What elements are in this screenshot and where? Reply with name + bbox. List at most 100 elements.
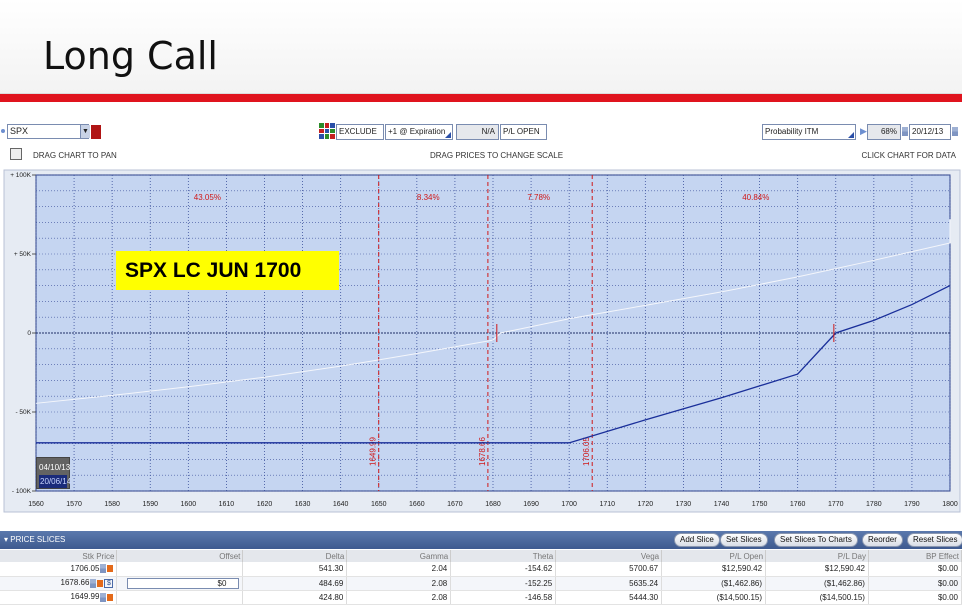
reorder-button[interactable]: Reorder bbox=[862, 533, 903, 547]
offset-cell bbox=[116, 562, 244, 577]
x-tick-label: 1640 bbox=[333, 501, 349, 508]
y-tick-label: + 50K bbox=[14, 251, 32, 258]
date-start: 04/10/13 bbox=[39, 463, 71, 472]
probability-select[interactable]: Probability ITM bbox=[762, 124, 856, 140]
expiration-select[interactable]: +1 @ Expiration bbox=[385, 124, 453, 140]
table-row[interactable]: 1706.05 541.30 2.04 -154.62 5700.67 $12,… bbox=[0, 562, 962, 577]
bp-effect-cell: $0.00 bbox=[868, 562, 962, 577]
theta-cell: -146.58 bbox=[450, 590, 557, 605]
slide-header: Long Call bbox=[0, 0, 962, 94]
hint-data: CLICK CHART FOR DATA bbox=[861, 151, 956, 160]
col-stk-price[interactable]: Stk Price bbox=[0, 550, 118, 562]
vega-cell: 5635.24 bbox=[555, 576, 663, 591]
exclude-button[interactable]: EXCLUDE bbox=[336, 124, 384, 140]
x-tick-label: 1630 bbox=[295, 501, 311, 508]
x-tick-label: 1680 bbox=[485, 501, 501, 508]
chart-toolbar: SPX ▼ EXCLUDE +1 @ Expiration N/A P/L OP… bbox=[0, 121, 962, 143]
theta-cell: -154.62 bbox=[450, 562, 557, 577]
chart-annotation: SPX LC JUN 1700 bbox=[116, 251, 339, 290]
offset-input[interactable]: $0 bbox=[127, 577, 240, 589]
set-slices-button[interactable]: Set Slices bbox=[720, 533, 768, 547]
table-row[interactable]: 1678.66 $ $0 484.69 2.08 -152.25 5635.24 … bbox=[0, 576, 962, 591]
bp-effect-cell: $0.00 bbox=[868, 576, 962, 591]
symbol-select[interactable]: SPX bbox=[7, 124, 89, 139]
x-tick-label: 1710 bbox=[599, 501, 615, 508]
col-offset[interactable]: Offset bbox=[116, 550, 244, 562]
x-tick-label: 1730 bbox=[676, 501, 692, 508]
offset-cell: $0 bbox=[116, 576, 244, 591]
table-row[interactable]: 1649.99 424.80 2.08 -146.58 5444.30 ($14… bbox=[0, 590, 962, 605]
vega-cell: 5700.67 bbox=[555, 562, 663, 577]
price-slice-label: 1678.66 bbox=[478, 436, 487, 465]
stk-stepper[interactable] bbox=[100, 564, 107, 574]
col-gamma[interactable]: Gamma bbox=[346, 550, 452, 562]
col-pl-day[interactable]: P/L Day bbox=[765, 550, 869, 562]
price-slice-label: 1649.99 bbox=[369, 436, 378, 465]
dollar-icon[interactable]: $ bbox=[104, 578, 114, 588]
date-stepper[interactable] bbox=[952, 127, 958, 136]
lock-icon[interactable] bbox=[97, 579, 104, 587]
expiration-label: +1 @ Expiration bbox=[388, 127, 446, 136]
probability-label: 8.34% bbox=[417, 193, 440, 202]
chart-type-icon[interactable] bbox=[10, 148, 22, 160]
col-vega[interactable]: Vega bbox=[555, 550, 663, 562]
stk-price-value: 1706.05 bbox=[70, 564, 100, 574]
stk-stepper[interactable] bbox=[90, 578, 97, 588]
dropdown-icon bbox=[848, 132, 854, 138]
x-tick-label: 1620 bbox=[257, 501, 273, 508]
x-tick-label: 1770 bbox=[828, 501, 844, 508]
chevron-down-icon[interactable]: ▼ bbox=[80, 125, 90, 138]
x-tick-label: 1610 bbox=[219, 501, 235, 508]
pl-chart-svg[interactable]: 1560 1570 1580 1590 1600 1610 1620 1630 1640 1650… bbox=[0, 166, 962, 513]
vega-cell: 5444.30 bbox=[555, 590, 663, 605]
add-slice-button[interactable]: Add Slice bbox=[674, 533, 720, 547]
pl-day-cell: $12,590.42 bbox=[765, 562, 869, 577]
offset-value: $0 bbox=[217, 578, 227, 588]
stk-price-cell[interactable]: 1649.99 bbox=[0, 590, 118, 605]
pl-day-cell: ($14,500.15) bbox=[765, 590, 869, 605]
col-pl-open[interactable]: P/L Open bbox=[661, 550, 767, 562]
col-delta[interactable]: Delta bbox=[242, 550, 348, 562]
table-header-row: Stk Price Offset Delta Gamma Theta Vega … bbox=[0, 550, 962, 562]
theta-cell: -152.25 bbox=[450, 576, 557, 591]
color-swatch-button[interactable] bbox=[91, 125, 101, 139]
percent-stepper[interactable] bbox=[902, 127, 908, 136]
probability-label: 7.78% bbox=[527, 193, 550, 202]
x-tick-label: 1780 bbox=[866, 501, 882, 508]
gamma-cell: 2.04 bbox=[346, 562, 452, 577]
x-tick-label: 1720 bbox=[638, 501, 654, 508]
pl-chart[interactable]: 1560 1570 1580 1590 1600 1610 1620 1630 1640 1650… bbox=[0, 166, 962, 513]
x-tick-label: 1600 bbox=[181, 501, 197, 508]
red-divider bbox=[0, 94, 962, 102]
lock-icon[interactable] bbox=[107, 565, 114, 573]
x-tick-label: 1750 bbox=[752, 501, 768, 508]
stk-price-cell[interactable]: 1678.66 $ bbox=[0, 576, 118, 591]
date-end: 20/06/14 bbox=[39, 475, 72, 488]
lock-icon[interactable] bbox=[107, 593, 114, 601]
set-slices-to-charts-button[interactable]: Set Slices To Charts bbox=[774, 533, 858, 547]
x-tick-label: 1800 bbox=[942, 501, 958, 508]
col-bp-effect[interactable]: BP Effect bbox=[868, 550, 962, 562]
probability-label: 40.84% bbox=[742, 193, 769, 202]
stk-stepper[interactable] bbox=[100, 592, 107, 602]
reset-slices-button[interactable]: Reset Slices bbox=[907, 533, 962, 547]
delta-cell: 541.30 bbox=[242, 562, 348, 577]
pl-open-select[interactable]: P/L OPEN bbox=[500, 124, 547, 140]
price-slices-title: PRICE SLICES bbox=[10, 535, 66, 544]
x-tick-label: 1790 bbox=[904, 501, 920, 508]
stk-price-cell[interactable]: 1706.05 bbox=[0, 562, 118, 577]
play-icon[interactable]: ▶ bbox=[860, 126, 867, 137]
probability-label: 43.05% bbox=[194, 193, 221, 202]
date-field[interactable]: 20/12/13 bbox=[909, 124, 951, 140]
y-tick-label: 0 bbox=[27, 330, 31, 337]
x-tick-label: 1650 bbox=[371, 501, 387, 508]
color-grid-icon[interactable] bbox=[319, 123, 335, 139]
percent-field[interactable]: 68% bbox=[867, 124, 901, 140]
price-slices-table: Stk Price Offset Delta Gamma Theta Vega … bbox=[0, 550, 962, 605]
col-theta[interactable]: Theta bbox=[450, 550, 557, 562]
pl-open-cell: ($1,462.86) bbox=[661, 576, 767, 591]
delta-cell: 424.80 bbox=[242, 590, 348, 605]
x-tick-label: 1760 bbox=[790, 501, 806, 508]
bp-effect-cell: $0.00 bbox=[868, 590, 962, 605]
x-tick-label: 1660 bbox=[409, 501, 425, 508]
